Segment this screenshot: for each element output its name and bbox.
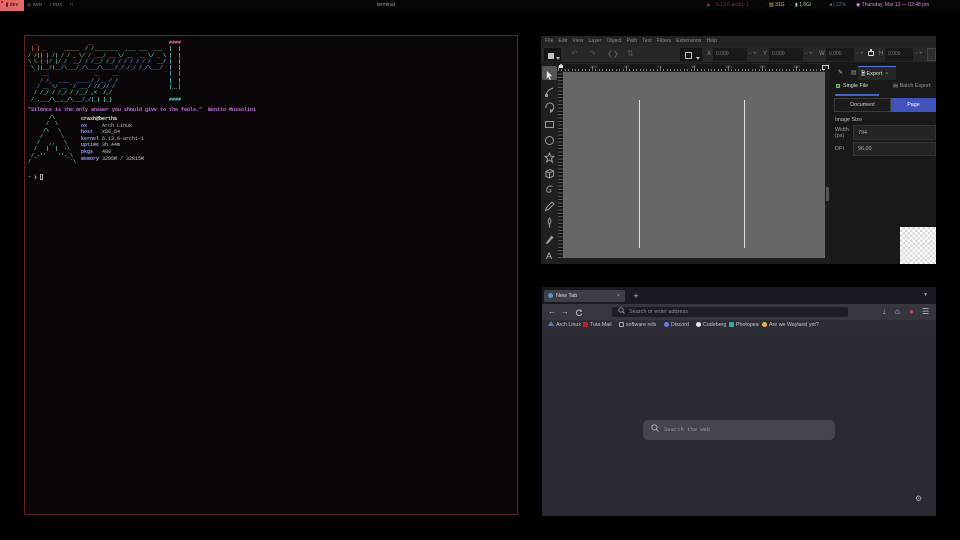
svg-text:A: A <box>546 251 552 261</box>
